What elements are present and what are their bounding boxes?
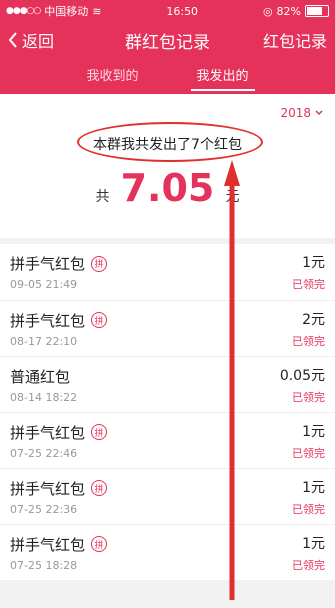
- record-status: 已领完: [292, 558, 325, 572]
- status-bar: ●●●○○ 中国移动 ≋ 16:50 ◎ 82%: [0, 0, 335, 22]
- year-label: 2018: [280, 106, 311, 120]
- chevron-left-icon: [8, 32, 17, 48]
- clock: 16:50: [166, 4, 199, 18]
- record-row[interactable]: 普通红包 08-14 18:22 0.05元已领完: [0, 356, 335, 412]
- record-amount: 1元: [302, 535, 325, 552]
- record-amount: 1元: [302, 479, 325, 496]
- record-date: 08-17 22:10: [10, 334, 78, 348]
- record-list: 拼手气红包拼 09-05 21:49 1元 已领完 拼手气红包拼 08-17 22:10 2…: [0, 244, 335, 580]
- wifi-icon: ≋: [92, 4, 102, 18]
- lock-rotation-icon: ◎: [262, 4, 273, 18]
- record-status: 已领完: [292, 334, 325, 348]
- lucky-badge-icon: 拼: [91, 536, 108, 552]
- tab-sent[interactable]: 我发出的: [183, 65, 263, 94]
- record-row[interactable]: 拼手气红包拼 07-25 22:46 1元已领完: [0, 412, 335, 468]
- header: ●●●○○ 中国移动 ≋ 16:50 ◎ 82% 返回 群红包记录 红包记录 我…: [0, 0, 335, 94]
- total-unit: 元: [225, 189, 240, 205]
- total-value: 7.05: [120, 166, 215, 210]
- total-amount: 共 7.05 元: [0, 166, 335, 210]
- back-button[interactable]: 返回: [8, 28, 54, 52]
- record-row[interactable]: 拼手气红包拼 07-25 22:36 1元已领完: [0, 468, 335, 524]
- record-row[interactable]: 拼手气红包拼 08-17 22:10 2元已领完: [0, 300, 335, 356]
- navbar: 返回 群红包记录 红包记录: [0, 22, 335, 58]
- record-row[interactable]: 拼手气红包拼 09-05 21:49 1元已领完: [0, 244, 335, 300]
- battery-percent: 82%: [276, 4, 301, 18]
- record-name: 拼手气红包: [10, 479, 86, 498]
- total-prefix: 共: [95, 189, 110, 205]
- record-name: 普通红包: [10, 367, 71, 386]
- record-status: 已领完: [292, 446, 325, 460]
- record-amount: 1元: [302, 423, 325, 440]
- record-status: 已领完: [292, 390, 325, 404]
- record-name: 拼手气红包: [10, 423, 86, 442]
- chevron-down-icon: [315, 110, 323, 116]
- record-date: 09-05 21:49: [10, 278, 78, 291]
- lucky-badge-icon: 拼: [91, 424, 108, 440]
- record-amount: 1元: [302, 255, 325, 271]
- record-status: 已领完: [292, 502, 325, 516]
- record-name: 拼手气红包: [10, 311, 86, 330]
- summary-panel: 2018 本群我共发出了7个红包 共 7.05 元: [0, 94, 335, 238]
- record-status: 已领完: [292, 278, 325, 291]
- lucky-badge-icon: 拼: [91, 480, 108, 496]
- record-name: 拼手气红包: [10, 255, 86, 273]
- record-name: 拼手气红包: [10, 535, 86, 554]
- battery-icon: [305, 5, 329, 17]
- annotation-oval: [77, 122, 263, 162]
- record-date: 07-25 22:36: [10, 502, 78, 516]
- signal-icon: ●●●○○: [6, 6, 41, 16]
- lucky-badge-icon: 拼: [91, 255, 108, 272]
- record-date: 07-25 22:46: [10, 446, 78, 460]
- record-amount: 2元: [302, 311, 325, 328]
- tab-received[interactable]: 我收到的: [72, 65, 152, 94]
- back-label: 返回: [22, 32, 55, 51]
- record-amount: 0.05元: [279, 367, 325, 384]
- record-row[interactable]: 拼手气红包拼 07-25 18:28 1元已领完: [0, 524, 335, 580]
- record-date: 08-14 18:22: [10, 390, 78, 404]
- records-link[interactable]: 红包记录: [263, 28, 327, 52]
- lucky-badge-icon: 拼: [91, 312, 108, 328]
- tab-bar: 我收到的 我发出的: [0, 58, 335, 94]
- carrier: 中国移动: [44, 5, 89, 18]
- record-date: 07-25 18:28: [10, 558, 78, 572]
- year-selector[interactable]: 2018: [280, 106, 323, 120]
